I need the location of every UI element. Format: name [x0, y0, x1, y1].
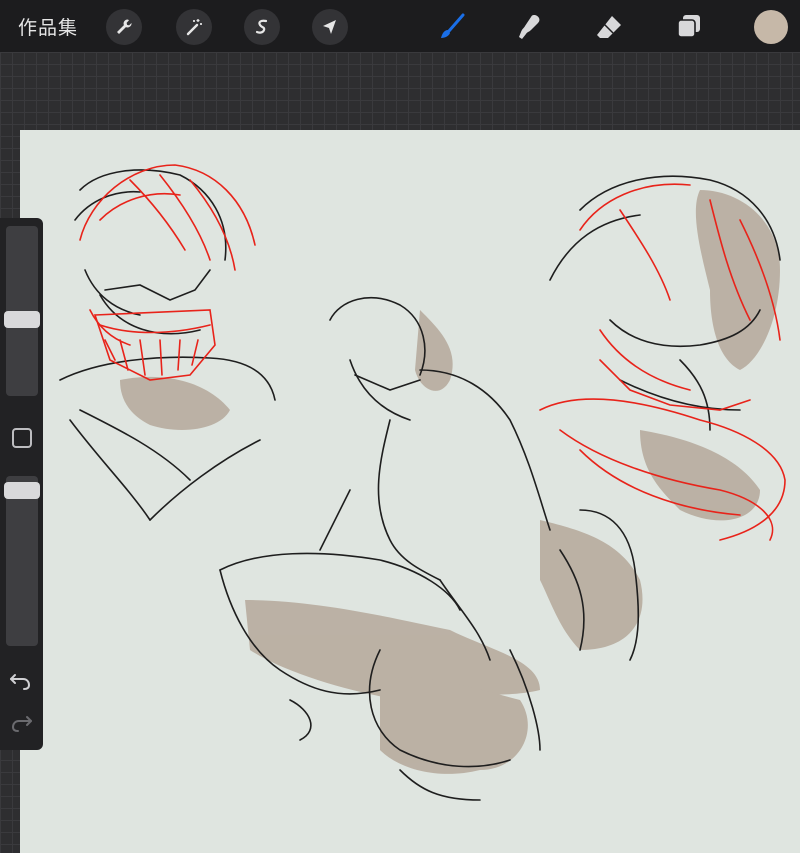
transform-arrow-icon — [323, 20, 336, 34]
brush-button[interactable] — [432, 8, 470, 46]
brush-size-thumb[interactable] — [4, 311, 40, 328]
color-picker-button[interactable] — [754, 10, 788, 44]
redo-icon — [11, 716, 32, 732]
magic-wand-icon — [186, 19, 202, 36]
opacity-slider[interactable] — [6, 476, 38, 646]
selection-icon — [255, 19, 268, 34]
selection-button[interactable] — [244, 9, 280, 45]
modifier-button[interactable] — [12, 428, 32, 448]
actions-button[interactable] — [106, 9, 142, 45]
eraser-button[interactable] — [590, 8, 628, 46]
eraser-icon — [597, 16, 621, 38]
brush-sidebar — [0, 218, 43, 750]
smudge-icon — [519, 15, 540, 39]
undo-button[interactable] — [9, 671, 33, 691]
sketch-artwork — [59, 164, 786, 801]
gallery-button[interactable]: 作品集 — [18, 13, 78, 40]
smudge-button[interactable] — [510, 8, 548, 46]
redo-button[interactable] — [9, 713, 33, 733]
transform-button[interactable] — [312, 9, 348, 45]
layers-icon — [677, 15, 700, 38]
wrench-icon — [117, 19, 132, 34]
layers-button[interactable] — [670, 8, 708, 46]
brush-icon — [441, 13, 465, 38]
opacity-thumb[interactable] — [4, 482, 40, 499]
drawing-canvas[interactable] — [20, 130, 800, 853]
top-toolbar: 作品集 — [0, 0, 800, 52]
adjustments-button[interactable] — [176, 9, 212, 45]
undo-icon — [10, 674, 31, 690]
